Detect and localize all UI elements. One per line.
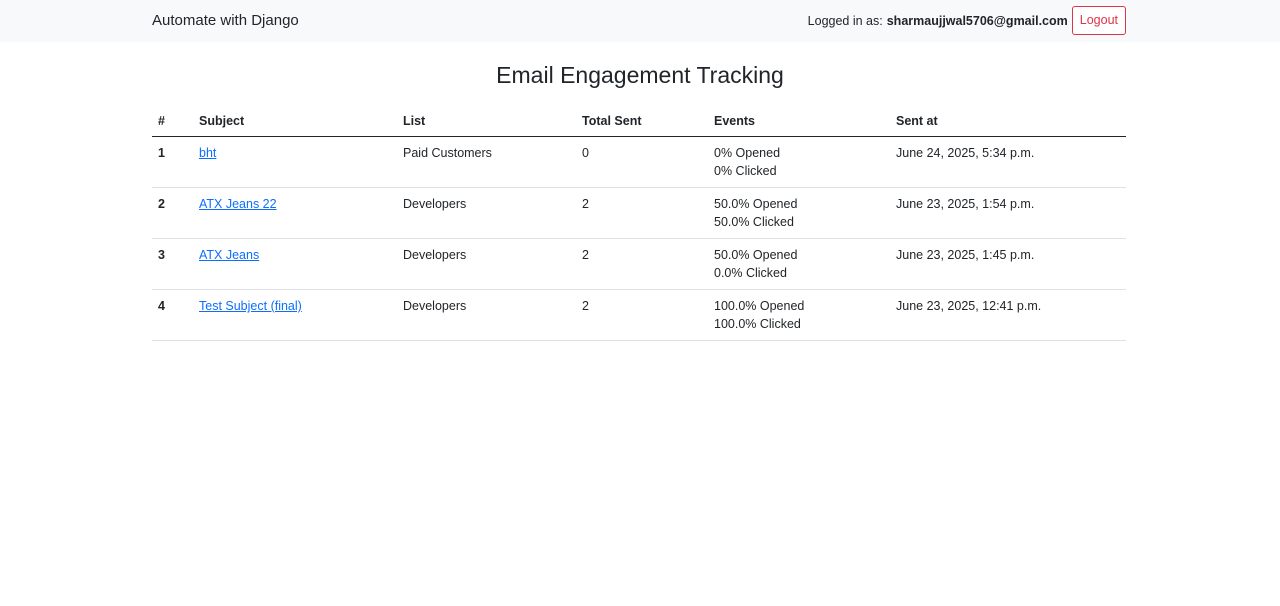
clicked-rate: 0% Clicked <box>714 164 777 178</box>
list-cell: Developers <box>397 289 576 341</box>
header-row: # Subject List Total Sent Events Sent at <box>152 106 1126 137</box>
header-list: List <box>397 106 576 137</box>
clicked-rate: 0.0% Clicked <box>714 266 787 280</box>
events-cell: 100.0% Opened 100.0% Clicked <box>708 289 890 341</box>
table-row: 3 ATX Jeans Developers 2 50.0% Opened 0.… <box>152 238 1126 290</box>
engagement-table: # Subject List Total Sent Events Sent at… <box>152 106 1126 341</box>
opened-rate: 100.0% Opened <box>714 299 805 313</box>
user-area: Logged in as: sharmaujjwal5706@gmail.com … <box>808 6 1126 35</box>
list-cell: Paid Customers <box>397 136 576 188</box>
subject-link[interactable]: ATX Jeans 22 <box>199 197 277 211</box>
table-row: 1 bht Paid Customers 0 0% Opened 0% Clic… <box>152 136 1126 188</box>
sent-at-cell: June 24, 2025, 5:34 p.m. <box>890 136 1126 188</box>
subject-cell: bht <box>193 136 397 188</box>
list-cell: Developers <box>397 187 576 239</box>
subject-link[interactable]: bht <box>199 146 216 160</box>
header-subject: Subject <box>193 106 397 137</box>
sent-at-cell: June 23, 2025, 1:45 p.m. <box>890 238 1126 290</box>
opened-rate: 0% Opened <box>714 146 781 160</box>
header-num: # <box>152 106 193 137</box>
clicked-rate: 100.0% Clicked <box>714 317 801 331</box>
header-sent-at: Sent at <box>890 106 1126 137</box>
table-row: 2 ATX Jeans 22 Developers 2 50.0% Opened… <box>152 187 1126 239</box>
row-number: 1 <box>152 136 193 188</box>
clicked-rate: 50.0% Clicked <box>714 215 794 229</box>
sent-at-cell: June 23, 2025, 12:41 p.m. <box>890 289 1126 341</box>
events-cell: 0% Opened 0% Clicked <box>708 136 890 188</box>
table-body: 1 bht Paid Customers 0 0% Opened 0% Clic… <box>152 136 1126 341</box>
list-cell: Developers <box>397 238 576 290</box>
subject-cell: Test Subject (final) <box>193 289 397 341</box>
opened-rate: 50.0% Opened <box>714 197 798 211</box>
header-total-sent: Total Sent <box>576 106 708 137</box>
page-title: Email Engagement Tracking <box>496 62 784 88</box>
subject-cell: ATX Jeans <box>193 238 397 290</box>
logout-button[interactable]: Logout <box>1071 6 1126 35</box>
total-sent-cell: 2 <box>576 187 708 239</box>
brand-link[interactable]: Automate with Django <box>152 11 299 31</box>
subject-cell: ATX Jeans 22 <box>193 187 397 239</box>
row-number: 3 <box>152 238 193 290</box>
header-events: Events <box>708 106 890 137</box>
subject-link[interactable]: Test Subject (final) <box>199 299 302 313</box>
user-email: sharmaujjwal5706@gmail.com <box>886 13 1068 28</box>
events-cell: 50.0% Opened 50.0% Clicked <box>708 187 890 239</box>
table-row: 4 Test Subject (final) Developers 2 100.… <box>152 289 1126 341</box>
login-status: Logged in as: sharmaujjwal5706@gmail.com <box>808 14 1068 28</box>
login-label: Logged in as: <box>807 13 883 28</box>
row-number: 4 <box>152 289 193 341</box>
table-header: # Subject List Total Sent Events Sent at <box>152 106 1126 137</box>
row-number: 2 <box>152 187 193 239</box>
sent-at-cell: June 23, 2025, 1:54 p.m. <box>890 187 1126 239</box>
opened-rate: 50.0% Opened <box>714 248 798 262</box>
total-sent-cell: 0 <box>576 136 708 188</box>
total-sent-cell: 2 <box>576 289 708 341</box>
total-sent-cell: 2 <box>576 238 708 290</box>
events-cell: 50.0% Opened 0.0% Clicked <box>708 238 890 290</box>
navbar: Automate with Django Logged in as: sharma… <box>0 0 1280 42</box>
subject-link[interactable]: ATX Jeans <box>199 248 259 262</box>
